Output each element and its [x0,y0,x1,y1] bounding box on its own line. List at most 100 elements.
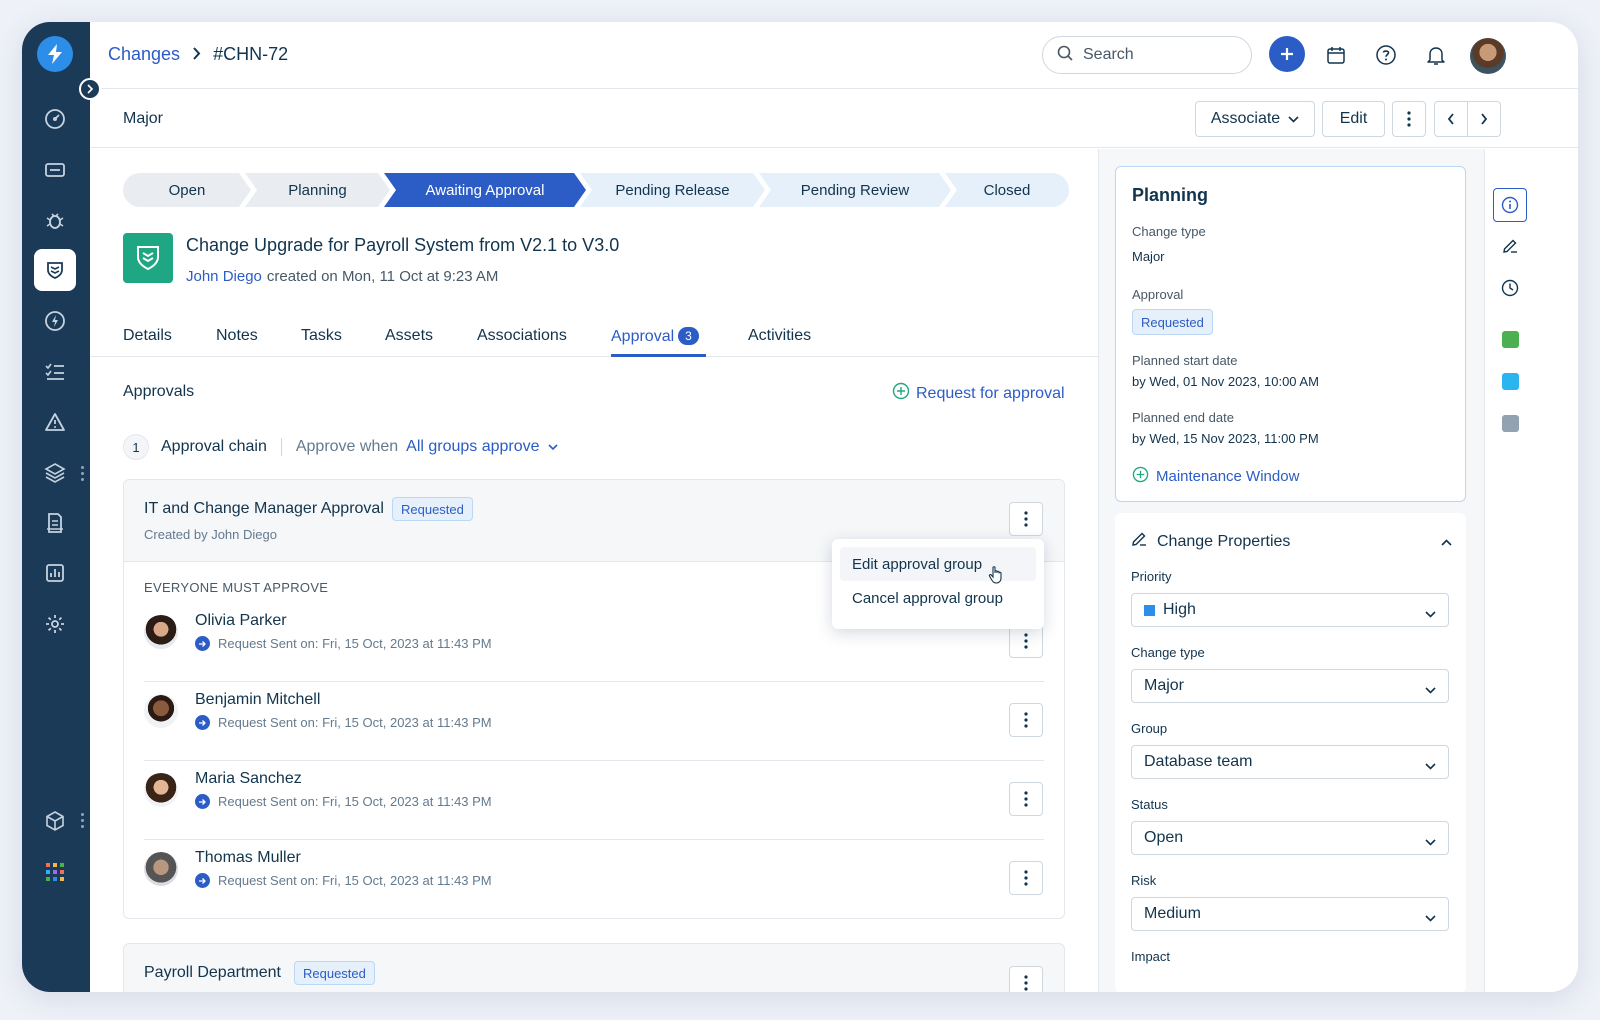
approval-chain-row: 1 Approval chain Approve when All groups… [123,433,558,461]
group-more-button[interactable] [1009,502,1043,536]
change-type-value: Major [1132,249,1165,264]
edit-approval-group-item[interactable]: Edit approval group [840,547,1036,581]
chain-number: 1 [123,434,149,460]
sidebar-collapse-button[interactable] [79,78,101,100]
avatar [144,773,178,807]
request-sent-text: Request Sent on: Fri, 15 Oct, 2023 at 11… [218,636,492,651]
request-approval-link[interactable]: Request for approval [892,382,1065,405]
approver-more-button[interactable] [1009,624,1043,658]
bug-icon[interactable] [36,201,74,239]
step-pending-review[interactable]: Pending Review [759,173,951,207]
tab-approval-label: Approval [611,328,675,345]
group-select[interactable]: Database team [1131,745,1449,779]
next-record-button[interactable] [1467,101,1501,137]
chevron-down-icon [1425,757,1436,775]
status-badge: Requested [1132,309,1213,335]
reports-icon[interactable] [36,554,74,592]
document-icon[interactable] [36,504,74,542]
previous-record-button[interactable] [1434,101,1468,137]
impact-label: Impact [1131,949,1171,964]
chevron-down-icon [547,438,558,456]
approval-group-created-by: Created by John Diego [144,527,277,542]
info-icon[interactable] [1493,188,1527,222]
step-pending-release[interactable]: Pending Release [580,173,765,207]
step-closed[interactable]: Closed [945,173,1069,207]
alert-icon[interactable] [36,403,74,441]
approver-name: Thomas Muller [195,849,301,866]
author-link[interactable]: John Diego [186,268,262,285]
gray-app-icon[interactable] [1502,415,1519,432]
tab-activities[interactable]: Activities [748,327,811,345]
green-app-icon[interactable] [1502,331,1519,348]
step-open[interactable]: Open [123,173,251,207]
tab-assets[interactable]: Assets [385,327,433,345]
associate-button[interactable]: Associate [1195,101,1315,137]
group-label: Group [1131,721,1168,736]
approver-row: Maria Sanchez Request Sent on: Fri, 15 O… [144,761,1044,840]
approval-group-card: Payroll Department Requested [123,943,1065,992]
priority-label: Priority [1131,569,1172,584]
tab-approval[interactable]: Approval 3 [611,327,699,346]
approve-rule-dropdown[interactable]: All groups approve [406,438,558,456]
more-actions-button[interactable] [1392,101,1426,137]
approver-more-button[interactable] [1009,861,1043,895]
group-more-button[interactable] [1009,966,1043,992]
request-sent-text: Request Sent on: Fri, 15 Oct, 2023 at 11… [218,715,492,730]
help-icon[interactable] [1368,37,1404,73]
tab-notes[interactable]: Notes [216,327,258,345]
edit-icon[interactable] [1493,229,1527,263]
status-badge: Requested [294,961,375,985]
search-box[interactable]: Search [1042,36,1252,74]
change-properties-header[interactable]: Change Properties [1131,531,1290,552]
approver-name: Benjamin Mitchell [195,691,321,708]
maintenance-window-link[interactable]: Maintenance Window [1132,466,1299,487]
settings-icon[interactable] [36,605,74,643]
approvals-section-title: Approvals [123,383,195,400]
step-awaiting-approval[interactable]: Awaiting Approval [384,173,586,207]
status-value: Open [1144,829,1184,846]
notification-bell-icon[interactable] [1418,37,1454,73]
apps-grid-icon[interactable] [36,853,74,891]
cancel-approval-group-item[interactable]: Cancel approval group [840,581,1036,615]
cyan-app-icon[interactable] [1502,373,1519,390]
chevron-up-icon[interactable] [1441,533,1452,551]
calendar-icon[interactable] [1318,37,1354,73]
change-type-select[interactable]: Major [1131,669,1449,703]
tab-tasks[interactable]: Tasks [301,327,342,345]
approver-row: Benjamin Mitchell Request Sent on: Fri, … [144,682,1044,761]
chevron-down-icon [1425,909,1436,927]
dashboard-icon[interactable] [36,100,74,138]
box-more-icon[interactable] [81,813,85,831]
priority-value: High [1163,601,1196,618]
layers-icon[interactable] [36,454,74,492]
app-logo-icon[interactable] [37,36,73,72]
history-clock-icon[interactable] [1493,271,1527,305]
approver-more-button[interactable] [1009,703,1043,737]
right-rail [1484,149,1578,992]
step-planning[interactable]: Planning [245,173,390,207]
layers-more-icon[interactable] [81,466,85,484]
release-icon[interactable] [36,302,74,340]
breadcrumb-changes-link[interactable]: Changes [108,44,180,65]
status-select[interactable]: Open [1131,821,1449,855]
approval-rule-label: EVERYONE MUST APPROVE [144,580,329,595]
edit-button[interactable]: Edit [1322,101,1385,137]
priority-color-swatch [1144,604,1155,616]
tab-details[interactable]: Details [123,327,172,345]
priority-select[interactable]: High [1131,593,1449,627]
box-icon[interactable] [36,802,74,840]
approver-more-button[interactable] [1009,782,1043,816]
approval-group-menu: Edit approval group Cancel approval grou… [832,539,1044,629]
tab-associations[interactable]: Associations [477,327,567,345]
add-circle-icon [892,382,910,405]
risk-select[interactable]: Medium [1131,897,1449,931]
change-type-label: Change type [1132,224,1206,239]
sidebar [22,22,101,992]
add-new-button[interactable] [1269,36,1305,72]
tasks-icon[interactable] [36,353,74,391]
ticket-icon[interactable] [36,151,74,189]
change-icon[interactable] [34,249,76,291]
user-avatar[interactable] [1470,38,1506,74]
edit-label: Edit [1339,110,1368,127]
approver-name: Maria Sanchez [195,770,302,787]
